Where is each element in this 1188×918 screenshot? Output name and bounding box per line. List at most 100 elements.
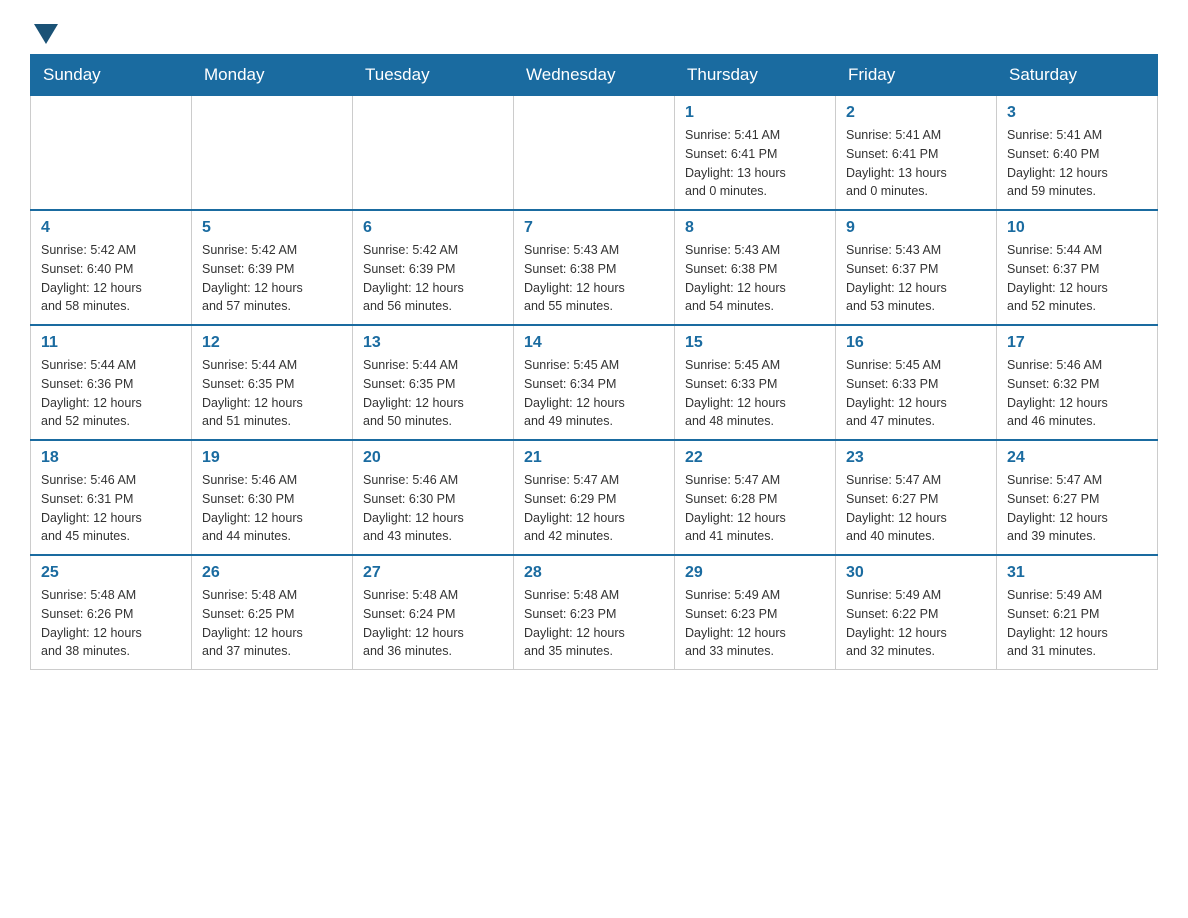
day-number: 13 [363, 334, 503, 352]
day-info: Sunrise: 5:47 AM Sunset: 6:29 PM Dayligh… [524, 471, 664, 546]
day-number: 4 [41, 219, 181, 237]
calendar-cell: 13 Sunrise: 5:44 AM Sunset: 6:35 PM Dayli… [353, 325, 514, 440]
calendar-cell: 26Sunrise: 5:48 AM Sunset: 6:25 PM Dayli… [192, 555, 353, 670]
calendar-cell: 9Sunrise: 5:43 AM Sunset: 6:37 PM Daylig… [836, 210, 997, 325]
calendar-cell [192, 96, 353, 211]
day-info: Sunrise: 5:46 AM Sunset: 6:30 PM Dayligh… [363, 471, 503, 546]
page-header [30, 20, 1158, 44]
day-number: 20 [363, 449, 503, 467]
day-number: 28 [524, 564, 664, 582]
weekday-header-friday: Friday [836, 55, 997, 96]
calendar-cell: 27 Sunrise: 5:48 AM Sunset: 6:24 PM Dayli… [353, 555, 514, 670]
day-info: Sunrise: 5:48 AM Sunset: 6:25 PM Dayligh… [202, 586, 342, 661]
calendar-cell: 5 Sunrise: 5:42 AM Sunset: 6:39 PM Daylig… [192, 210, 353, 325]
calendar-cell: 2 Sunrise: 5:41 AM Sunset: 6:41 PM Daylig… [836, 96, 997, 211]
calendar-cell: 29 Sunrise: 5:49 AM Sunset: 6:23 PM Dayli… [675, 555, 836, 670]
weekday-header-wednesday: Wednesday [514, 55, 675, 96]
day-info: Sunrise: 5:41 AM Sunset: 6:41 PM Dayligh… [846, 126, 986, 201]
logo [30, 20, 58, 44]
day-info: Sunrise: 5:46 AM Sunset: 6:30 PM Dayligh… [202, 471, 342, 546]
calendar-cell: 7 Sunrise: 5:43 AM Sunset: 6:38 PM Daylig… [514, 210, 675, 325]
day-info: Sunrise: 5:42 AM Sunset: 6:40 PM Dayligh… [41, 241, 181, 316]
day-info: Sunrise: 5:42 AM Sunset: 6:39 PM Dayligh… [202, 241, 342, 316]
calendar-cell: 15Sunrise: 5:45 AM Sunset: 6:33 PM Dayli… [675, 325, 836, 440]
calendar-cell: 21Sunrise: 5:47 AM Sunset: 6:29 PM Dayli… [514, 440, 675, 555]
day-number: 27 [363, 564, 503, 582]
day-info: Sunrise: 5:47 AM Sunset: 6:27 PM Dayligh… [846, 471, 986, 546]
day-number: 29 [685, 564, 825, 582]
calendar-week-row: 1Sunrise: 5:41 AM Sunset: 6:41 PM Daylig… [31, 96, 1158, 211]
day-number: 24 [1007, 449, 1147, 467]
day-number: 7 [524, 219, 664, 237]
calendar-cell: 24 Sunrise: 5:47 AM Sunset: 6:27 PM Dayli… [997, 440, 1158, 555]
day-number: 5 [202, 219, 342, 237]
weekday-header-monday: Monday [192, 55, 353, 96]
day-number: 17 [1007, 334, 1147, 352]
day-number: 11 [41, 334, 181, 352]
calendar-cell: 12 Sunrise: 5:44 AM Sunset: 6:35 PM Dayli… [192, 325, 353, 440]
calendar-cell [31, 96, 192, 211]
day-info: Sunrise: 5:49 AM Sunset: 6:22 PM Dayligh… [846, 586, 986, 661]
calendar-cell: 3 Sunrise: 5:41 AM Sunset: 6:40 PM Daylig… [997, 96, 1158, 211]
day-number: 8 [685, 219, 825, 237]
day-info: Sunrise: 5:41 AM Sunset: 6:40 PM Dayligh… [1007, 126, 1147, 201]
weekday-header-thursday: Thursday [675, 55, 836, 96]
calendar-cell: 28 Sunrise: 5:48 AM Sunset: 6:23 PM Dayli… [514, 555, 675, 670]
calendar-cell: 10 Sunrise: 5:44 AM Sunset: 6:37 PM Dayli… [997, 210, 1158, 325]
calendar-cell: 22 Sunrise: 5:47 AM Sunset: 6:28 PM Dayli… [675, 440, 836, 555]
day-info: Sunrise: 5:41 AM Sunset: 6:41 PM Dayligh… [685, 126, 825, 201]
day-info: Sunrise: 5:46 AM Sunset: 6:32 PM Dayligh… [1007, 356, 1147, 431]
calendar-cell: 16 Sunrise: 5:45 AM Sunset: 6:33 PM Dayli… [836, 325, 997, 440]
weekday-header-saturday: Saturday [997, 55, 1158, 96]
day-info: Sunrise: 5:44 AM Sunset: 6:37 PM Dayligh… [1007, 241, 1147, 316]
calendar-cell: 14Sunrise: 5:45 AM Sunset: 6:34 PM Dayli… [514, 325, 675, 440]
day-info: Sunrise: 5:46 AM Sunset: 6:31 PM Dayligh… [41, 471, 181, 546]
day-info: Sunrise: 5:49 AM Sunset: 6:21 PM Dayligh… [1007, 586, 1147, 661]
day-info: Sunrise: 5:42 AM Sunset: 6:39 PM Dayligh… [363, 241, 503, 316]
day-info: Sunrise: 5:45 AM Sunset: 6:33 PM Dayligh… [846, 356, 986, 431]
day-number: 31 [1007, 564, 1147, 582]
day-info: Sunrise: 5:47 AM Sunset: 6:28 PM Dayligh… [685, 471, 825, 546]
calendar-cell: 11Sunrise: 5:44 AM Sunset: 6:36 PM Dayli… [31, 325, 192, 440]
day-info: Sunrise: 5:48 AM Sunset: 6:24 PM Dayligh… [363, 586, 503, 661]
day-number: 16 [846, 334, 986, 352]
day-number: 10 [1007, 219, 1147, 237]
calendar-cell [353, 96, 514, 211]
day-number: 3 [1007, 104, 1147, 122]
weekday-header-sunday: Sunday [31, 55, 192, 96]
calendar-cell: 1Sunrise: 5:41 AM Sunset: 6:41 PM Daylig… [675, 96, 836, 211]
day-number: 18 [41, 449, 181, 467]
day-info: Sunrise: 5:49 AM Sunset: 6:23 PM Dayligh… [685, 586, 825, 661]
day-number: 6 [363, 219, 503, 237]
weekday-header-tuesday: Tuesday [353, 55, 514, 96]
day-number: 22 [685, 449, 825, 467]
day-info: Sunrise: 5:43 AM Sunset: 6:38 PM Dayligh… [524, 241, 664, 316]
day-number: 15 [685, 334, 825, 352]
calendar-week-row: 4 Sunrise: 5:42 AM Sunset: 6:40 PM Daylig… [31, 210, 1158, 325]
weekday-header-row: SundayMondayTuesdayWednesdayThursdayFrid… [31, 55, 1158, 96]
calendar-cell: 19Sunrise: 5:46 AM Sunset: 6:30 PM Dayli… [192, 440, 353, 555]
calendar-week-row: 25 Sunrise: 5:48 AM Sunset: 6:26 PM Dayli… [31, 555, 1158, 670]
calendar-cell: 25 Sunrise: 5:48 AM Sunset: 6:26 PM Dayli… [31, 555, 192, 670]
calendar-cell: 30Sunrise: 5:49 AM Sunset: 6:22 PM Dayli… [836, 555, 997, 670]
day-info: Sunrise: 5:48 AM Sunset: 6:23 PM Dayligh… [524, 586, 664, 661]
calendar-cell [514, 96, 675, 211]
day-info: Sunrise: 5:43 AM Sunset: 6:38 PM Dayligh… [685, 241, 825, 316]
calendar-cell: 4 Sunrise: 5:42 AM Sunset: 6:40 PM Daylig… [31, 210, 192, 325]
day-number: 9 [846, 219, 986, 237]
calendar-cell: 17 Sunrise: 5:46 AM Sunset: 6:32 PM Dayli… [997, 325, 1158, 440]
day-info: Sunrise: 5:45 AM Sunset: 6:34 PM Dayligh… [524, 356, 664, 431]
calendar-cell: 31 Sunrise: 5:49 AM Sunset: 6:21 PM Dayli… [997, 555, 1158, 670]
day-number: 25 [41, 564, 181, 582]
logo-triangle-icon [34, 24, 58, 44]
day-info: Sunrise: 5:48 AM Sunset: 6:26 PM Dayligh… [41, 586, 181, 661]
day-info: Sunrise: 5:44 AM Sunset: 6:35 PM Dayligh… [202, 356, 342, 431]
calendar-cell: 20 Sunrise: 5:46 AM Sunset: 6:30 PM Dayli… [353, 440, 514, 555]
day-number: 12 [202, 334, 342, 352]
day-number: 2 [846, 104, 986, 122]
day-info: Sunrise: 5:44 AM Sunset: 6:35 PM Dayligh… [363, 356, 503, 431]
calendar-table: SundayMondayTuesdayWednesdayThursdayFrid… [30, 54, 1158, 670]
day-info: Sunrise: 5:47 AM Sunset: 6:27 PM Dayligh… [1007, 471, 1147, 546]
calendar-cell: 23Sunrise: 5:47 AM Sunset: 6:27 PM Dayli… [836, 440, 997, 555]
calendar-cell: 18 Sunrise: 5:46 AM Sunset: 6:31 PM Dayli… [31, 440, 192, 555]
